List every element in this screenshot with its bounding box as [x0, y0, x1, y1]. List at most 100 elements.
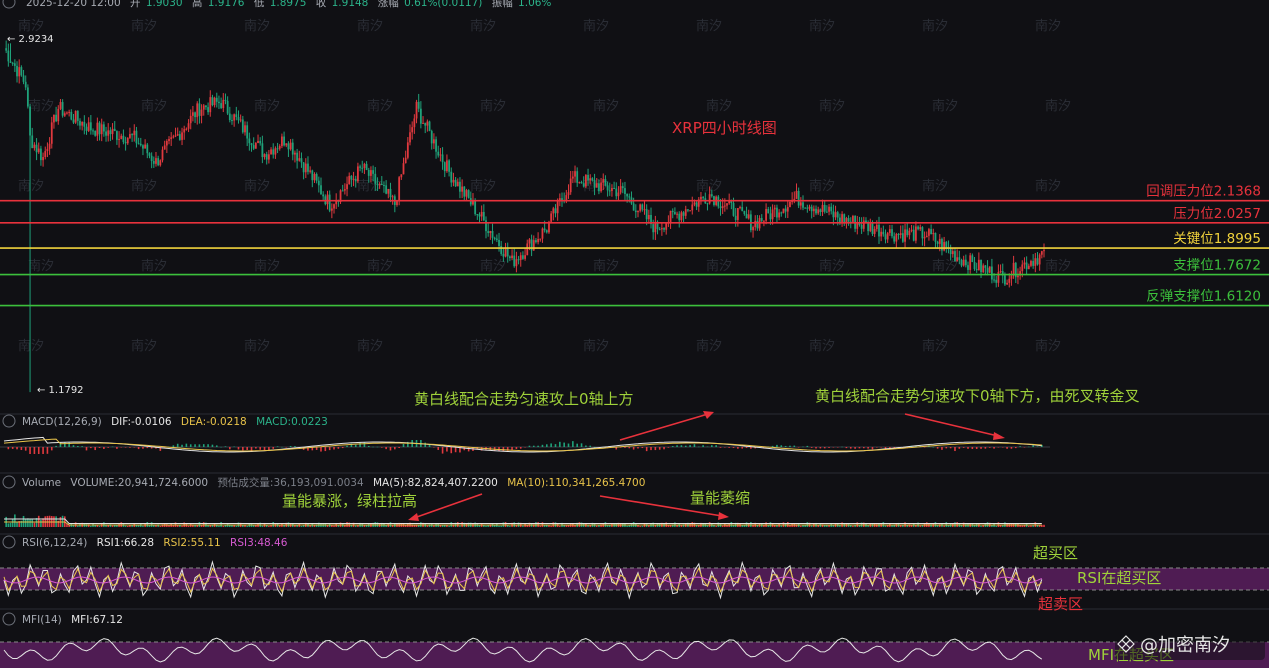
macd-histogram-bar [337, 447, 340, 449]
volume-bar [33, 522, 36, 527]
volume-bar [126, 525, 129, 527]
macd-histogram-bar [737, 447, 739, 449]
macd-histogram-bar [94, 447, 96, 451]
macd-histogram-bar [211, 444, 214, 447]
volume-bar [7, 523, 10, 527]
level-label: 支撑位1.7672 [1173, 258, 1261, 274]
candle-body [884, 234, 887, 240]
macd-histogram-bar [398, 447, 400, 449]
volume-legend: Volume VOLUME:20,941,724.6000 预估成交量:36,1… [2, 475, 645, 489]
macd-histogram-bar [1036, 446, 1039, 447]
macd-histogram-bar [46, 447, 49, 454]
candle-body [63, 113, 66, 116]
candle-body [70, 111, 73, 120]
macd-histogram-bar [107, 447, 110, 448]
macd-histogram-bar [346, 445, 348, 447]
candle-body [567, 192, 570, 196]
candle-body [602, 179, 605, 183]
candle-body [676, 213, 678, 215]
macd-histogram-bar [880, 447, 882, 448]
collapse-icon[interactable] [2, 0, 16, 9]
macd-histogram-bar [394, 447, 396, 450]
candle-body [289, 142, 292, 150]
watermark-text: 南汐 [819, 98, 845, 114]
candle-body [708, 194, 711, 204]
candle-body [148, 153, 151, 156]
macd-histogram-bar [567, 443, 570, 447]
candle-body [176, 134, 179, 136]
candle-body [752, 227, 754, 231]
candle-body [283, 136, 285, 146]
candle-body [726, 203, 728, 206]
volume-bar [135, 525, 138, 527]
macd-histogram-bar [246, 447, 248, 450]
collapse-icon[interactable] [2, 612, 16, 626]
candle-body [784, 208, 787, 212]
candle-body [406, 142, 409, 158]
collapse-icon[interactable] [2, 535, 16, 549]
macd-histogram-bar [502, 447, 505, 452]
candle-body [513, 255, 516, 267]
volume-bar [441, 525, 444, 527]
watermark-text: 南汐 [131, 18, 157, 34]
candle-body [1023, 262, 1026, 265]
candle-body [385, 185, 388, 194]
collapse-icon[interactable] [2, 414, 16, 428]
candle-body [320, 185, 322, 195]
candle-body [315, 174, 318, 181]
macd-histogram-bar [176, 443, 179, 447]
volume-bar [296, 525, 298, 527]
macd-histogram-bar [975, 447, 978, 449]
volume-bar [472, 524, 474, 527]
rsi-params: RSI(6,12,24) [22, 537, 87, 549]
candle-body [778, 212, 781, 218]
candle-body [613, 188, 616, 190]
macd-histogram-bar [129, 447, 131, 448]
candle-body [647, 214, 650, 220]
volume-bar [31, 518, 34, 527]
max-price-label: ← 2.9234 [7, 34, 54, 45]
macd-histogram-bar [980, 447, 982, 449]
candle-body [1040, 251, 1043, 255]
macd-histogram-bar [328, 447, 331, 451]
candle-body [452, 179, 455, 183]
candle-body [150, 155, 153, 161]
candle-body [878, 224, 880, 237]
candle-body [68, 111, 71, 113]
volume-bar [721, 525, 724, 527]
macd-histogram-bar [945, 447, 948, 449]
volume-bar [550, 525, 552, 527]
macd-histogram-bar [185, 443, 188, 447]
volume-bar [233, 525, 235, 527]
watermark-text: 南汐 [244, 18, 270, 34]
candle-body [222, 99, 225, 108]
macd-histogram-bar [467, 447, 470, 452]
volume-bar [79, 524, 81, 527]
candle-body [508, 256, 511, 259]
collapse-icon[interactable] [2, 475, 16, 489]
candle-body [200, 109, 203, 116]
candle-body [163, 145, 166, 150]
candle-body [584, 174, 587, 187]
volume-bar [246, 525, 248, 527]
candle-body [817, 209, 820, 214]
level-label: 反弹支撑位1.6120 [1146, 289, 1261, 305]
candle-body [463, 186, 466, 197]
candle-body [363, 163, 366, 169]
candle-body [139, 143, 142, 146]
price-levels: 回调压力位2.1368 压力位2.0257 关键位1.8995 支撑位1.7672 反弹… [0, 184, 1269, 307]
macd-histogram-bar [380, 447, 383, 448]
macd-histogram-bar [715, 445, 717, 447]
candle-body [13, 63, 16, 66]
candle-body [233, 114, 236, 121]
volume-bar [569, 524, 572, 527]
macd-histogram-bar [1019, 446, 1021, 447]
macd-histogram-bar [272, 447, 275, 449]
candle-body [821, 204, 824, 213]
candle-body [886, 232, 889, 240]
candle-body [888, 229, 891, 233]
candle-body [59, 102, 62, 109]
candle-body [44, 151, 47, 158]
candle-body [259, 140, 262, 144]
candle-body [367, 169, 370, 176]
